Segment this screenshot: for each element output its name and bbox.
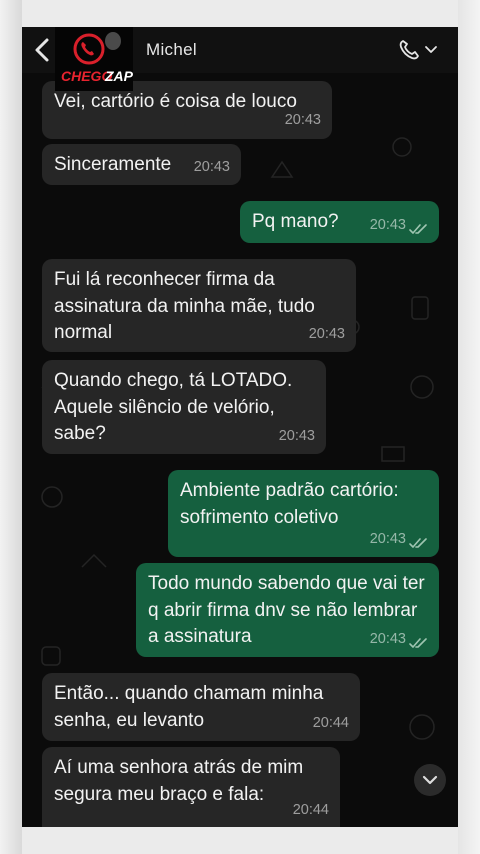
message-bubble-incoming[interactable]: Fui lá reconhecer firma da assinatura da…: [42, 259, 356, 352]
message-bubble-incoming[interactable]: Quando chego, tá LOTADO. Aquele silêncio…: [42, 360, 326, 454]
message-text: Sinceramente: [54, 154, 172, 175]
double-check-icon: [409, 538, 427, 548]
message-bubble-incoming[interactable]: Sinceramente 20:43: [42, 144, 241, 185]
message-bubble-outgoing[interactable]: Ambiente padrão cartório: sofrimento col…: [168, 470, 439, 557]
message-text: Então... quando chamam minha senha, eu l…: [54, 683, 324, 731]
phone-icon[interactable]: [396, 38, 440, 62]
message-text: Quando chego, tá LOTADO. Aquele silêncio…: [54, 370, 293, 444]
message-time: 20:43: [369, 530, 406, 547]
double-check-icon: [409, 224, 427, 234]
message-time: 20:43: [369, 630, 406, 647]
scroll-down-button[interactable]: [414, 764, 446, 796]
message-bubble-incoming[interactable]: Aí uma senhora atrás de mim segura meu b…: [42, 747, 340, 827]
message-bubble-outgoing[interactable]: Todo mundo sabendo que vai ter q abrir f…: [136, 563, 439, 657]
backdrop-left: [0, 0, 22, 854]
message-time: 20:44: [312, 714, 349, 731]
scroll-down-icon: [422, 775, 438, 785]
message-text: Ambiente padrão cartório: sofrimento col…: [180, 480, 399, 528]
chevron-down-icon: [425, 46, 437, 53]
message-time: 20:43: [369, 216, 406, 233]
message-time: 20:43: [278, 427, 315, 444]
message-bubble-outgoing[interactable]: Pq mano? 20:43: [240, 201, 439, 243]
back-arrow-icon[interactable]: [32, 37, 52, 63]
message-text: Fui lá reconhecer firma da assinatura da…: [54, 269, 315, 343]
cheguezap-logo: CHEGO ZAP: [55, 27, 133, 91]
message-bubble-incoming[interactable]: Então... quando chamam minha senha, eu l…: [42, 673, 360, 741]
message-time: 20:43: [193, 158, 230, 175]
double-check-icon: [409, 638, 427, 648]
contact-name[interactable]: Michel: [146, 40, 197, 60]
message-time: 20:44: [292, 801, 329, 818]
backdrop-right: [458, 0, 480, 854]
message-text: Pq mano?: [252, 211, 339, 232]
message-text: Aí uma senhora atrás de mim segura meu b…: [54, 757, 304, 805]
logo-text-zap: ZAP: [104, 68, 133, 84]
message-time: 20:43: [284, 111, 321, 128]
message-text: Vei, cartório é coisa de louco: [54, 91, 297, 112]
message-time: 20:43: [308, 325, 345, 342]
chat-screen: Michel CHEGO ZAP Vei, cartório é coisa d…: [22, 27, 458, 827]
